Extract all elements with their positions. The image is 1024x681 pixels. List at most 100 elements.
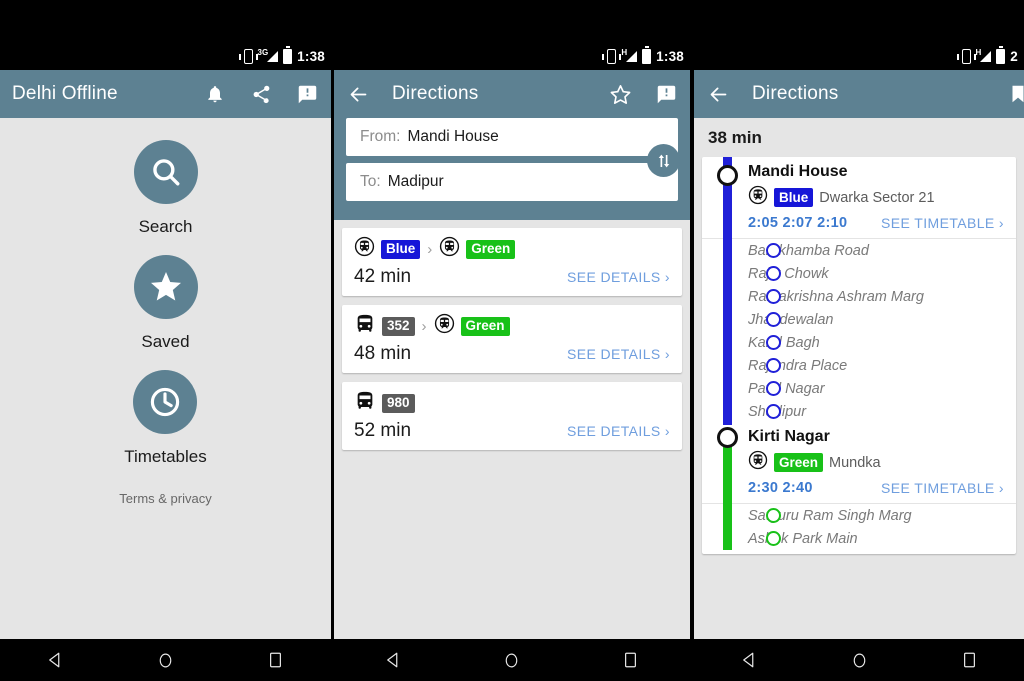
route-duration: 48 min xyxy=(354,343,412,364)
leg-intermediate-stops: Barakhamba Road Rajiv Chowk Ramakrishna … xyxy=(702,238,1016,423)
home-tile-search[interactable]: Search xyxy=(133,140,198,237)
battery-icon xyxy=(996,45,1006,64)
see-timetable-link[interactable]: SEE TIMETABLE › xyxy=(881,215,1004,231)
stop-item: Satguru Ram Singh Marg xyxy=(748,507,912,524)
bus-icon xyxy=(354,390,376,417)
leg-headsign: Mundka xyxy=(829,454,881,471)
line-badge: Green xyxy=(460,316,510,336)
status-bar-clock: 1:38 xyxy=(656,48,684,64)
back-arrow-icon[interactable] xyxy=(346,82,370,106)
line-badge: Green xyxy=(466,239,516,259)
chevron-right-icon: › xyxy=(427,240,433,258)
home-tile-label: Search xyxy=(138,217,193,236)
vibrate-icon xyxy=(602,48,622,64)
status-bar-clock: 1:38 xyxy=(297,48,325,64)
phone-screen-directions-detail: H 2 Directions 38 min Mandi House Blue D… xyxy=(694,42,1024,681)
metro-icon xyxy=(748,185,768,210)
trip-total-duration: 38 min xyxy=(694,118,1024,157)
home-tile-saved[interactable]: Saved xyxy=(133,255,198,352)
nav-home-button[interactable] xyxy=(492,640,532,680)
route-option-card[interactable]: 352 › Green 48 min SEE DETAILS › xyxy=(342,305,682,373)
origin-destination-panel: From: Mandi House To: Madipur xyxy=(334,118,690,220)
route-option-card[interactable]: Blue › Green 42 min SEE DETAILS › xyxy=(342,228,682,296)
nav-recents-button[interactable] xyxy=(611,640,651,680)
vibrate-icon xyxy=(238,48,258,64)
app-toolbar: Directions xyxy=(694,70,1024,118)
stop-item: Rajendra Place xyxy=(748,357,848,374)
trip-itinerary-card: Mandi House Blue Dwarka Sector 21 2:05 2… xyxy=(702,157,1016,554)
app-title: Delhi Offline xyxy=(12,83,118,104)
route-results-list: Blue › Green 42 min SEE DETAILS › 352 › … xyxy=(334,220,690,644)
star-outline-icon[interactable] xyxy=(608,82,632,106)
feedback-icon[interactable] xyxy=(295,82,319,106)
app-toolbar: Delhi Offline xyxy=(0,70,331,118)
home-tile-list: Search Saved Timetables Terms & privacy xyxy=(0,118,331,639)
phone-screen-directions-search: H 1:38 Directions From: Mandi House To: … xyxy=(334,42,690,681)
home-tile-timetables[interactable]: Timetables xyxy=(124,370,207,467)
see-details-link[interactable]: SEE DETAILS › xyxy=(567,269,670,285)
back-arrow-icon[interactable] xyxy=(706,82,730,106)
network-type-label: H xyxy=(621,47,628,57)
home-tile-label: Saved xyxy=(141,332,190,351)
android-nav-bar xyxy=(0,639,331,681)
share-icon[interactable] xyxy=(249,82,273,106)
metro-icon xyxy=(354,236,375,262)
star-icon-circle xyxy=(133,255,198,319)
stop-item: Barakhamba Road xyxy=(748,242,869,259)
chevron-right-icon: › xyxy=(421,317,427,335)
status-bar-clock: 2 xyxy=(1010,48,1018,64)
nav-recents-button[interactable] xyxy=(256,640,296,680)
battery-icon xyxy=(283,45,293,64)
leg-start-station: Kirti Nagar xyxy=(748,428,830,445)
stop-item: Rajiv Chowk xyxy=(748,265,829,282)
nav-back-button[interactable] xyxy=(729,640,769,680)
see-details-link[interactable]: SEE DETAILS › xyxy=(567,346,670,362)
from-field[interactable]: From: Mandi House xyxy=(346,118,678,156)
battery-icon xyxy=(642,45,652,64)
trip-leg: Kirti Nagar Green Mundka 2:30 2:40 SEE T… xyxy=(702,425,1016,550)
notifications-icon[interactable] xyxy=(203,82,227,106)
route-mode-sequence: 980 xyxy=(354,391,670,415)
search-icon-circle xyxy=(133,140,198,204)
metro-icon xyxy=(748,450,768,475)
route-duration: 52 min xyxy=(354,420,412,441)
metro-icon xyxy=(434,313,455,339)
leg-departure-times: 2:30 2:40 xyxy=(748,480,813,496)
from-value: Mandi House xyxy=(407,128,499,145)
trip-leg: Mandi House Blue Dwarka Sector 21 2:05 2… xyxy=(702,157,1016,425)
leg-headsign: Dwarka Sector 21 xyxy=(819,189,935,206)
terms-and-privacy-link[interactable]: Terms & privacy xyxy=(119,491,211,506)
to-field[interactable]: To: Madipur xyxy=(346,163,678,201)
to-label: To: xyxy=(360,173,381,190)
route-number-badge: 980 xyxy=(382,393,415,413)
nav-home-button[interactable] xyxy=(839,640,879,680)
leg-departure-times: 2:05 2:07 2:10 xyxy=(748,215,848,231)
phone-screen-home: 3G 1:38 Delhi Offline Search Saved Timet… xyxy=(0,42,331,681)
nav-recents-button[interactable] xyxy=(949,640,989,680)
status-bar: 3G 1:38 xyxy=(0,42,331,70)
route-option-card[interactable]: 980 52 min SEE DETAILS › xyxy=(342,382,682,450)
from-label: From: xyxy=(360,128,401,145)
nav-back-button[interactable] xyxy=(35,640,75,680)
clock-icon-circle xyxy=(133,370,198,434)
stop-item: Karol Bagh xyxy=(748,334,820,351)
stop-item: Ashok Park Main xyxy=(748,530,858,547)
metro-icon xyxy=(439,236,460,262)
nav-back-button[interactable] xyxy=(373,640,413,680)
stop-item: Shadipur xyxy=(748,400,1016,423)
route-duration: 42 min xyxy=(354,266,412,287)
line-badge: Blue xyxy=(381,239,421,259)
swap-vertical-icon[interactable] xyxy=(647,144,680,177)
status-bar: H 1:38 xyxy=(334,42,690,70)
stop-item: Patel Nagar xyxy=(748,380,825,397)
flag-icon[interactable] xyxy=(1006,82,1024,106)
network-type-label: H xyxy=(975,47,982,57)
nav-home-button[interactable] xyxy=(145,640,185,680)
route-number-badge: 352 xyxy=(382,316,415,336)
feedback-icon[interactable] xyxy=(654,82,678,106)
see-timetable-link[interactable]: SEE TIMETABLE › xyxy=(881,480,1004,496)
leg-start-station: Mandi House xyxy=(748,163,848,180)
page-title: Directions xyxy=(752,83,839,104)
leg-intermediate-stops: Satguru Ram Singh Marg Ashok Park Main xyxy=(702,503,1016,550)
see-details-link[interactable]: SEE DETAILS › xyxy=(567,423,670,439)
